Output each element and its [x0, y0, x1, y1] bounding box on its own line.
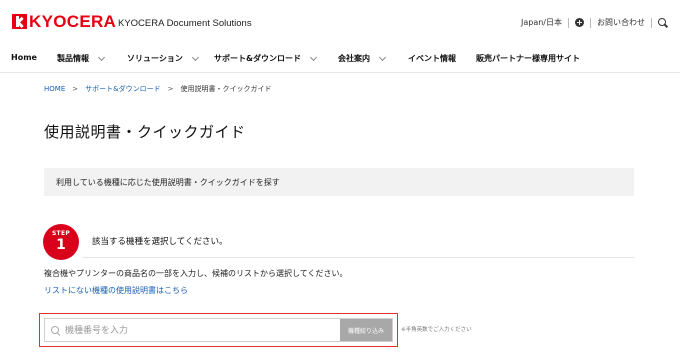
breadcrumb-separator: >: [72, 85, 79, 93]
nav-item-company[interactable]: 会社案内: [338, 53, 387, 64]
model-number-input[interactable]: [65, 322, 335, 340]
breadcrumb-support[interactable]: サポート&ダウンロード: [85, 84, 160, 94]
input-note: ※半角英数でご入力ください: [401, 327, 472, 333]
chevron-down-icon: [97, 53, 106, 61]
chevron-down-icon: [309, 53, 318, 61]
nav-item-label: 販売パートナー様専用サイト: [476, 54, 580, 63]
nav-item-label: 製品情報: [57, 54, 89, 63]
nav-item-label: ソリューション: [127, 54, 183, 63]
chevron-down-icon: [378, 53, 387, 61]
info-banner-text: 利用している機種に応じた使用説明書・クイックガイドを探す: [56, 178, 280, 187]
info-banner: 利用している機種に応じた使用説明書・クイックガイドを探す: [44, 168, 634, 196]
nav-item-home[interactable]: Home: [11, 53, 37, 62]
page-title: 使用説明書・クイックガイド: [44, 123, 246, 141]
search-icon: [51, 326, 61, 336]
step-badge: STEP 1: [43, 224, 79, 260]
nav-item-events[interactable]: イベント情報: [408, 53, 456, 64]
plus-circle-icon[interactable]: +: [575, 18, 584, 27]
step-title: 該当する機種を選択してください。: [92, 237, 228, 247]
kyocera-logo-icon: [12, 14, 27, 29]
utility-nav: Japan/日本 + お問い合わせ: [521, 17, 668, 28]
nav-divider: [0, 72, 680, 73]
filter-models-button[interactable]: 機種絞り込み: [340, 319, 392, 341]
breadcrumb-current: 使用説明書・クイックガイド: [180, 85, 272, 93]
step-description: 複合機やプリンターの商品名の一部を入力し、候補のリストから選択してください。: [44, 269, 348, 278]
breadcrumb-separator: >: [167, 85, 174, 93]
nav-item-label: サポート&ダウンロード: [214, 54, 301, 63]
nav-item-label: イベント情報: [408, 54, 456, 63]
contact-link[interactable]: お問い合わせ: [597, 17, 645, 28]
divider: [651, 17, 652, 28]
model-search-box: 機種絞り込み: [39, 313, 398, 347]
language-selector[interactable]: Japan/日本: [521, 17, 562, 28]
site-header: KYOCERA KYOCERA Document Solutions Japan…: [0, 0, 680, 46]
chevron-down-icon: [191, 53, 199, 61]
nav-item-solutions[interactable]: ソリューション: [127, 53, 199, 64]
step-badge-number: 1: [56, 237, 66, 253]
nav-item-label: 会社案内: [338, 54, 370, 63]
divider: [590, 17, 591, 28]
nav-item-label: Home: [11, 53, 37, 62]
search-icon[interactable]: [658, 17, 668, 28]
kyocera-logo[interactable]: KYOCERA: [12, 12, 117, 31]
logo-text: KYOCERA: [29, 12, 117, 31]
nav-item-partners[interactable]: 販売パートナー様専用サイト: [476, 53, 580, 64]
breadcrumb: HOME > サポート&ダウンロード > 使用説明書・クイックガイド: [44, 84, 271, 94]
divider: [568, 17, 569, 28]
nav-item-support[interactable]: サポート&ダウンロード: [214, 53, 318, 64]
division-name: KYOCERA Document Solutions: [118, 18, 252, 29]
search-field-wrapper: 機種絞り込み: [44, 318, 393, 342]
breadcrumb-home[interactable]: HOME: [44, 85, 65, 93]
unlisted-model-link[interactable]: リストにない機種の使用説明書はこちら: [44, 285, 188, 296]
nav-item-products[interactable]: 製品情報: [57, 53, 106, 64]
step-badge-label: STEP: [51, 230, 71, 237]
global-nav: Home 製品情報 ソリューション サポート&ダウンロード 会社案内 イベント情…: [0, 46, 680, 72]
step-divider: [82, 257, 634, 258]
